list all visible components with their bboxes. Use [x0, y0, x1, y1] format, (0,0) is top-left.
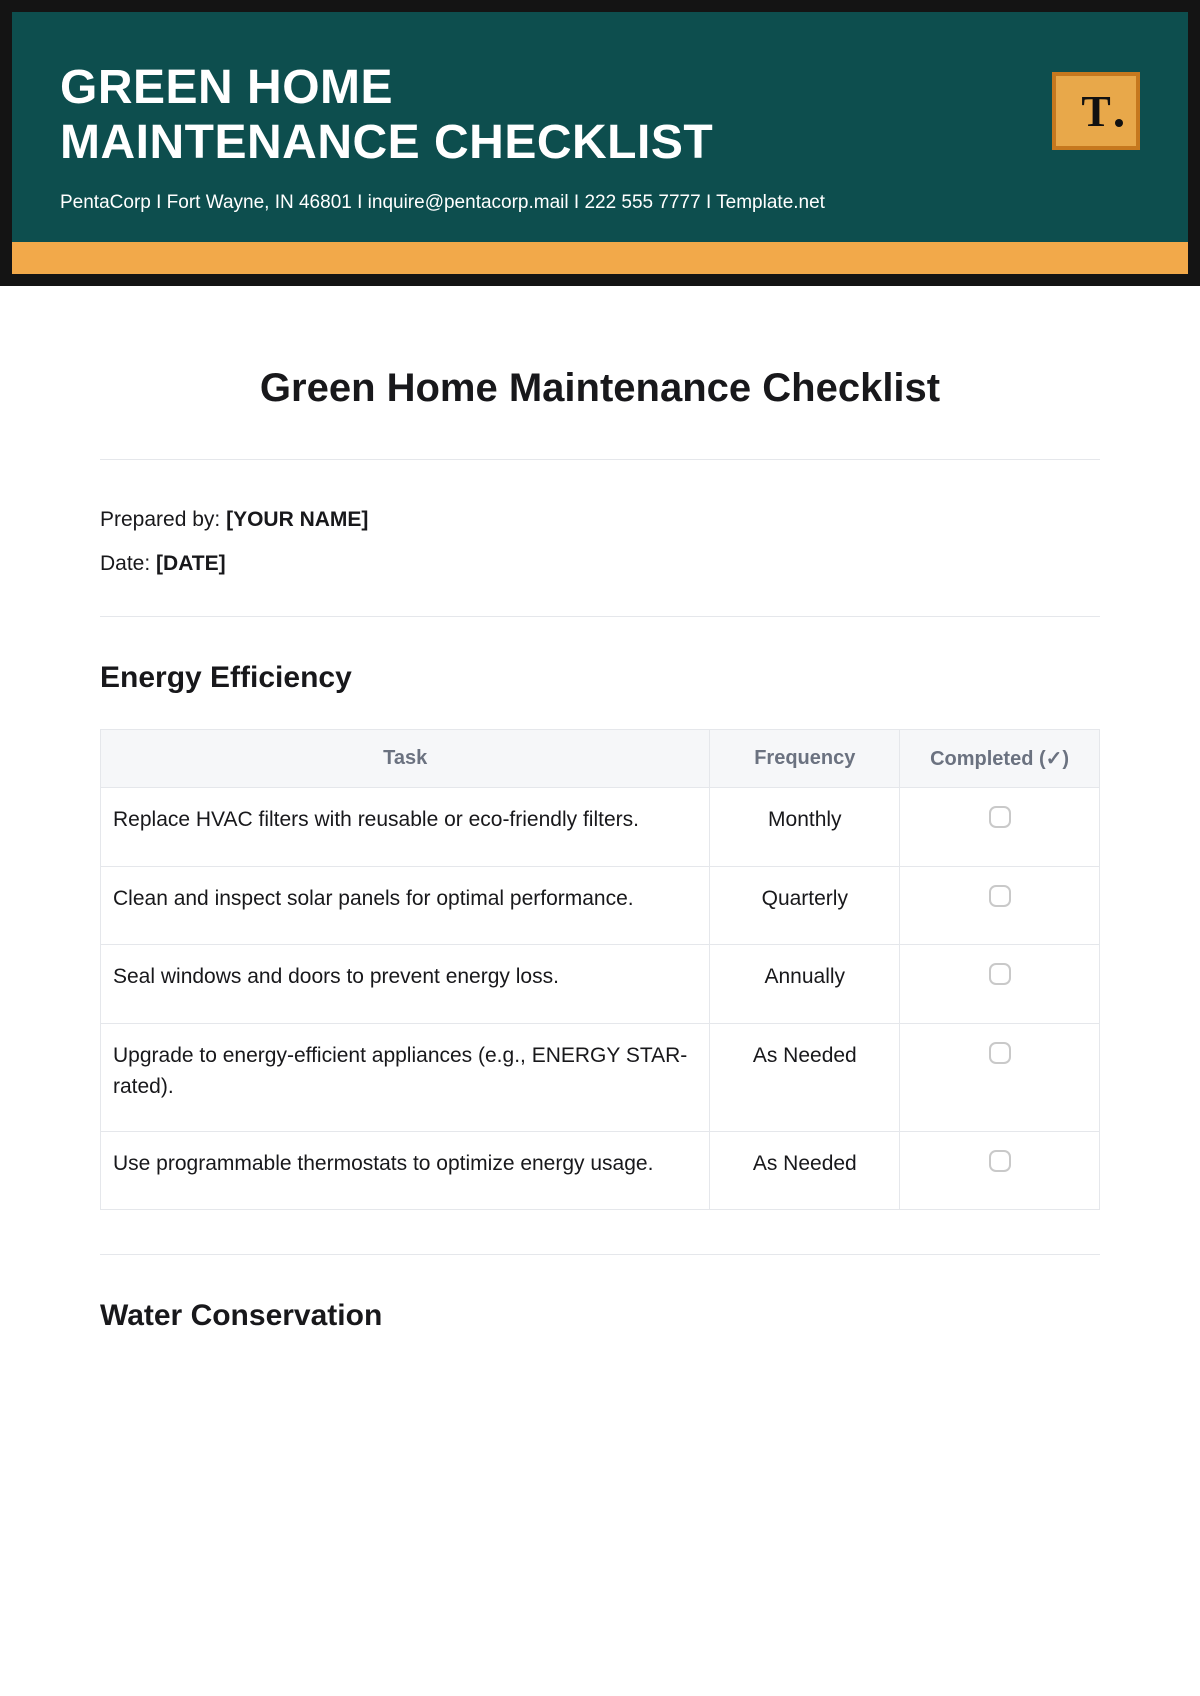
prepared-by-label: Prepared by:	[100, 508, 226, 531]
table-header-task: Task	[101, 730, 710, 788]
date-value: [DATE]	[156, 552, 226, 575]
completed-cell	[900, 945, 1100, 1024]
divider	[100, 616, 1100, 617]
completed-cell	[900, 1023, 1100, 1131]
checklist-table: TaskFrequencyCompleted (✓) Replace HVAC f…	[100, 729, 1100, 1210]
header-title-line2: MAINTENANCE CHECKLIST	[60, 116, 713, 169]
table-header-completed: Completed (✓)	[900, 730, 1100, 788]
accent-bar	[12, 242, 1188, 274]
task-cell: Replace HVAC filters with reusable or ec…	[101, 788, 710, 867]
brand-logo: T	[1052, 72, 1140, 150]
header-subline: PentaCorp I Fort Wayne, IN 46801 I inqui…	[60, 192, 1140, 214]
frequency-cell: Annually	[710, 945, 900, 1024]
frame-top: GREEN HOME MAINTENANCE CHECKLIST PentaCo…	[0, 0, 1200, 242]
table-header-frequency: Frequency	[710, 730, 900, 788]
date-label: Date:	[100, 552, 156, 575]
prepared-by-line: Prepared by: [YOUR NAME]	[100, 508, 1100, 532]
date-line: Date: [DATE]	[100, 552, 1100, 576]
frequency-cell: As Needed	[710, 1131, 900, 1210]
checkbox[interactable]	[989, 806, 1011, 828]
document-title: Green Home Maintenance Checklist	[100, 366, 1100, 411]
brand-logo-text: T	[1081, 86, 1110, 137]
table-row: Use programmable thermostats to optimize…	[101, 1131, 1100, 1210]
table-row: Seal windows and doors to prevent energy…	[101, 945, 1100, 1024]
task-cell: Seal windows and doors to prevent energy…	[101, 945, 710, 1024]
frequency-cell: Quarterly	[710, 866, 900, 945]
checkbox[interactable]	[989, 963, 1011, 985]
checkbox[interactable]	[989, 1150, 1011, 1172]
table-row: Clean and inspect solar panels for optim…	[101, 866, 1100, 945]
checkbox[interactable]	[989, 885, 1011, 907]
task-cell: Clean and inspect solar panels for optim…	[101, 866, 710, 945]
document-content: Green Home Maintenance Checklist Prepare…	[0, 286, 1200, 1407]
prepared-by-value: [YOUR NAME]	[226, 508, 368, 531]
frequency-cell: As Needed	[710, 1023, 900, 1131]
header-title-line1: GREEN HOME	[60, 61, 393, 114]
table-row: Upgrade to energy-efficient appliances (…	[101, 1023, 1100, 1131]
completed-cell	[900, 866, 1100, 945]
completed-cell	[900, 1131, 1100, 1210]
task-cell: Use programmable thermostats to optimize…	[101, 1131, 710, 1210]
table-row: Replace HVAC filters with reusable or ec…	[101, 788, 1100, 867]
header-title: GREEN HOME MAINTENANCE CHECKLIST	[60, 60, 1140, 170]
document-header: GREEN HOME MAINTENANCE CHECKLIST PentaCo…	[12, 12, 1188, 242]
section-title: Water Conservation	[100, 1299, 1100, 1333]
frequency-cell: Monthly	[710, 788, 900, 867]
checkbox[interactable]	[989, 1042, 1011, 1064]
accent-bar-frame	[0, 242, 1200, 286]
meta-block: Prepared by: [YOUR NAME] Date: [DATE]	[100, 460, 1100, 616]
divider	[100, 1254, 1100, 1255]
section-title: Energy Efficiency	[100, 661, 1100, 695]
task-cell: Upgrade to energy-efficient appliances (…	[101, 1023, 710, 1131]
completed-cell	[900, 788, 1100, 867]
